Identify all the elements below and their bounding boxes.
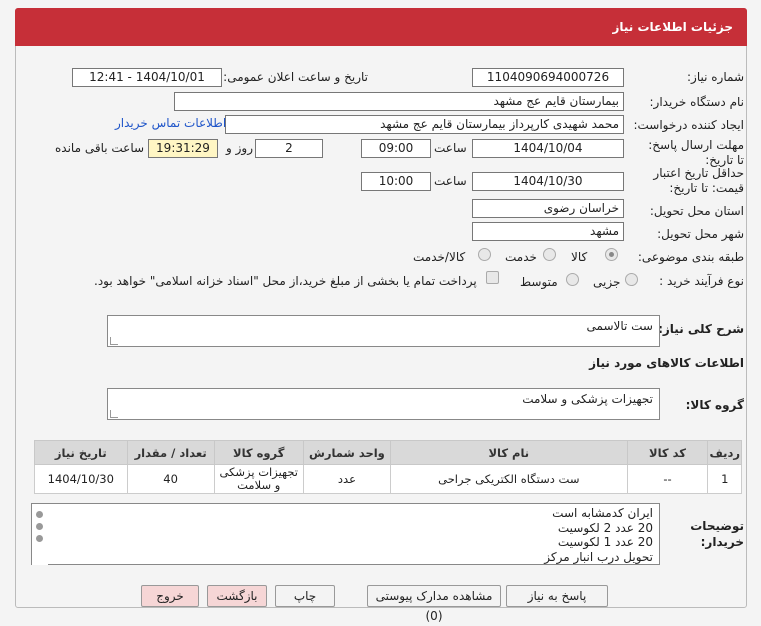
buyer-notes-label: توضیحات خریدار: xyxy=(690,519,744,549)
view-attachments-button[interactable]: مشاهده مدارک پیوستی (0) xyxy=(367,585,501,623)
exit-button[interactable]: خروج xyxy=(141,585,199,607)
items-table: ردیف کد کالا نام کالا واحد شمارش گروه کا… xyxy=(34,440,742,494)
requester-field[interactable]: محمد شهیدی کارپرداز بیمارستان قایم عج مش… xyxy=(225,115,624,134)
days-label: روز و xyxy=(226,141,253,155)
notes-line: 20 عدد 1 لکوسیت xyxy=(557,535,653,549)
price-validity-label: حداقل تاریخ اعتبار قیمت: تا تاریخ: xyxy=(653,166,744,195)
treasury-checkbox[interactable] xyxy=(486,271,499,284)
goods-group-text: تجهیزات پزشکی و سلامت xyxy=(522,392,653,406)
col-name-header: نام کالا xyxy=(390,440,628,465)
cell-qty: 40 xyxy=(126,464,215,494)
remaining-label: ساعت باقی مانده xyxy=(55,141,145,155)
description-label: شرح کلی نیاز: xyxy=(658,322,744,336)
process-radio-medium[interactable] xyxy=(566,273,579,286)
table-header-row: ردیف کد کالا نام کالا واحد شمارش گروه کا… xyxy=(34,440,742,465)
category-radio-both[interactable] xyxy=(478,248,491,261)
notes-line: 20 عدد 2 لکوسیت xyxy=(557,520,653,535)
col-row-header: ردیف xyxy=(707,440,742,465)
print-button[interactable]: چاپ xyxy=(275,585,335,607)
days-field[interactable]: 2 xyxy=(255,139,323,158)
price-date-field[interactable]: 1404/10/30 xyxy=(472,172,624,191)
back-button[interactable]: بازگشت xyxy=(207,585,267,607)
reply-hour-field[interactable]: 09:00 xyxy=(361,139,431,158)
buyer-notes-textarea[interactable]: ایران کدمشابه است 20 عدد 2 لکوسیت 20 عدد… xyxy=(31,503,660,565)
reply-hour-label: ساعت xyxy=(434,141,467,155)
buyer-org-label: نام دستگاه خریدار: xyxy=(649,95,745,109)
col-qty-header: تعداد / مقدار xyxy=(126,440,215,465)
resize-grip-icon[interactable] xyxy=(110,337,118,345)
col-date-header: تاریخ نیاز xyxy=(34,440,128,465)
announce-label: تاریخ و ساعت اعلان عمومی: xyxy=(223,70,368,84)
requester-label: ایجاد کننده درخواست: xyxy=(633,118,744,132)
province-field[interactable]: خراسان رضوی xyxy=(472,199,624,218)
reply-button[interactable]: پاسخ به نیاز xyxy=(506,585,608,607)
category-option-goods: کالا xyxy=(571,250,588,264)
reply-deadline-label: مهلت ارسال پاسخ: تا تاریخ: xyxy=(648,138,744,167)
announce-field[interactable]: 1404/10/01 - 12:41 xyxy=(72,68,222,87)
category-label: طبقه بندی موضوعی: xyxy=(637,250,744,264)
reply-date-field[interactable]: 1404/10/04 xyxy=(472,139,624,158)
remaining-time-field: 19:31:29 xyxy=(148,139,218,158)
goods-group-label: گروه کالا: xyxy=(685,398,744,412)
col-unit-header: واحد شمارش xyxy=(302,440,392,465)
scroll-dot-icon xyxy=(36,511,43,518)
contact-info-link[interactable]: اطلاعات تماس خریدار xyxy=(115,116,226,130)
col-group-header: گروه کالا xyxy=(213,440,304,465)
scroll-dot-icon xyxy=(36,523,43,530)
process-option-medium: متوسط xyxy=(520,275,558,289)
page-title: جزئیات اطلاعات نیاز xyxy=(15,8,747,46)
category-option-both: کالا/خدمت xyxy=(413,250,466,264)
city-label: شهر محل تحویل: xyxy=(657,227,744,241)
process-label: نوع فرآیند خرید : xyxy=(659,274,744,288)
cell-unit: عدد xyxy=(302,464,392,494)
notes-scrollbar[interactable] xyxy=(32,505,48,565)
resize-grip-icon[interactable] xyxy=(110,410,118,418)
cell-date: 1404/10/30 xyxy=(34,464,128,494)
notes-line: تحویل درب انبار مرکز xyxy=(544,549,653,564)
cell-row: 1 xyxy=(707,464,742,494)
table-row[interactable]: 1 -- ست دستگاه الکتریکی جراحی عدد تجهیزا… xyxy=(34,464,742,494)
col-code-header: کد کالا xyxy=(626,440,709,465)
notes-line: ایران کدمشابه است xyxy=(552,506,653,520)
goods-info-title: اطلاعات کالاهای مورد نیاز xyxy=(589,356,744,370)
description-textarea[interactable]: ست تالاسمی xyxy=(107,315,660,347)
scroll-dot-icon xyxy=(36,535,43,542)
category-option-service: خدمت xyxy=(505,250,537,264)
process-radio-minor[interactable] xyxy=(625,273,638,286)
description-text: ست تالاسمی xyxy=(586,319,654,333)
price-hour-label: ساعت xyxy=(434,174,467,188)
process-option-minor: جزیی xyxy=(593,275,621,289)
need-number-label: شماره نیاز: xyxy=(687,70,744,84)
buyer-org-field[interactable]: بیمارستان قایم عج مشهد xyxy=(174,92,624,111)
category-radio-goods[interactable] xyxy=(605,248,618,261)
price-hour-field[interactable]: 10:00 xyxy=(361,172,431,191)
need-number-field[interactable]: 1104090694000726 xyxy=(472,68,624,87)
cell-name: ست دستگاه الکتریکی جراحی xyxy=(390,464,628,494)
category-radio-service[interactable] xyxy=(543,248,556,261)
payment-note: پرداخت تمام یا بخشی از مبلغ خرید،از محل … xyxy=(94,274,477,288)
province-label: استان محل تحویل: xyxy=(649,204,744,218)
city-field[interactable]: مشهد xyxy=(472,222,624,241)
goods-group-textarea[interactable]: تجهیزات پزشکی و سلامت xyxy=(107,388,660,420)
cell-code: -- xyxy=(626,464,709,494)
cell-group: تجهیزات پزشکی و سلامت xyxy=(213,464,304,494)
